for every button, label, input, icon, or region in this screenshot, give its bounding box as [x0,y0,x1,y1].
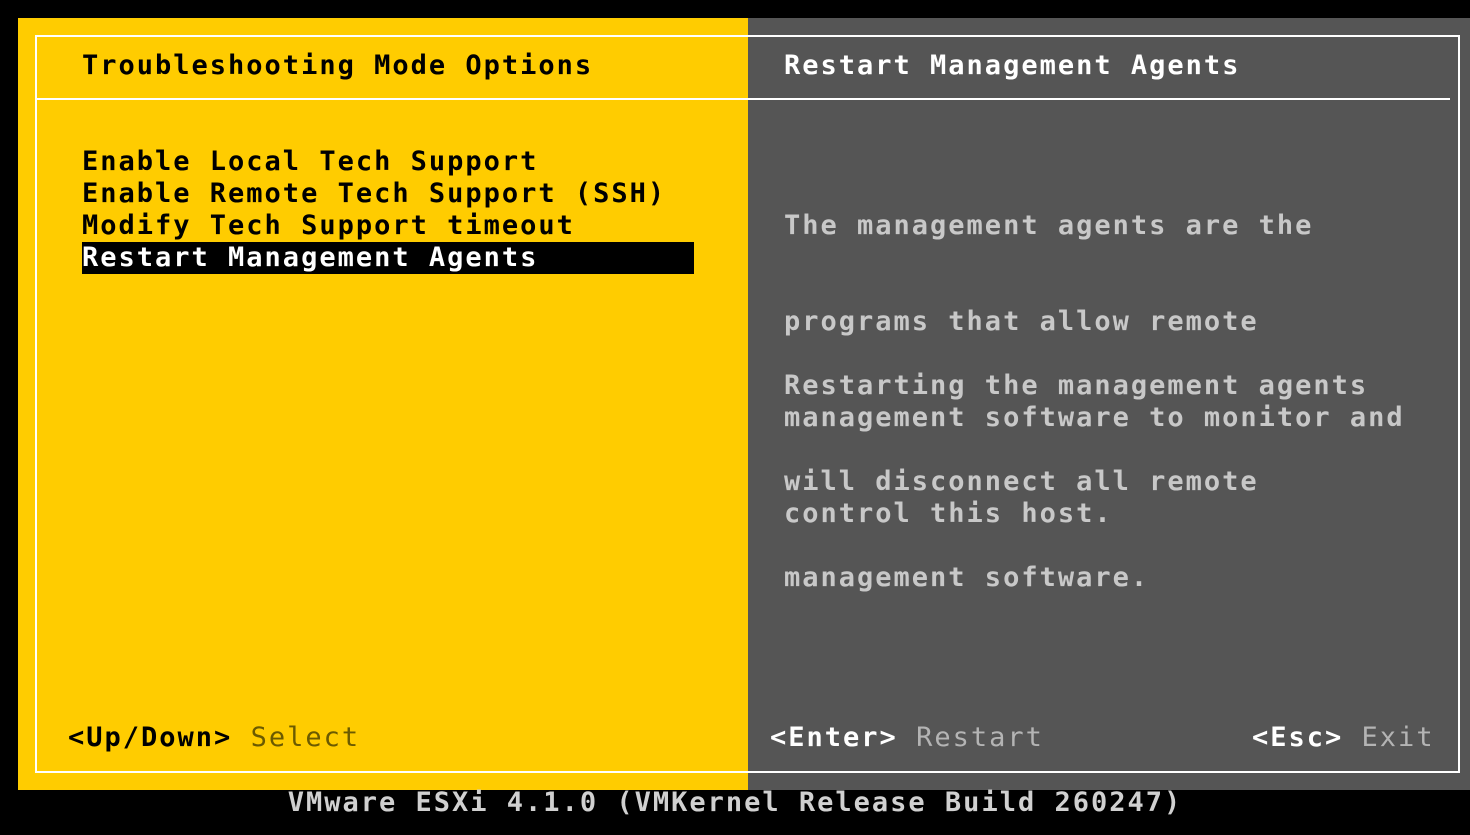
menu-item-enable-remote-tech-support[interactable]: Enable Remote Tech Support (SSH) [82,178,694,210]
up-down-key-label[interactable]: <Up/Down> [68,722,232,753]
frame-top-border [35,35,1460,37]
description-line: The management agents are the [784,210,1314,241]
description-line: management software. [784,562,1150,593]
menu-item-restart-management-agents[interactable]: Restart Management Agents [82,242,694,274]
version-footer: VMware ESXi 4.1.0 (VMKernel Release Buil… [287,787,1183,818]
description-line: will disconnect all remote [784,466,1259,497]
description-line: Restarting the management agents [784,370,1369,401]
header-divider [35,98,1450,100]
exit-action-label: Exit [1361,722,1435,753]
menu-item-enable-local-tech-support[interactable]: Enable Local Tech Support [82,146,694,178]
enter-key-label[interactable]: <Enter> [770,722,898,753]
restart-hint: <Enter> Restart [770,722,1044,754]
troubleshooting-menu: Enable Local Tech Support Enable Remote … [82,146,694,274]
description-panel-title: Restart Management Agents [784,50,1241,81]
options-panel [18,18,748,790]
restart-action-label: Restart [916,722,1044,753]
description-paragraph-2: Restarting the management agents will di… [784,306,1368,658]
frame-right-border [1458,35,1460,773]
select-hint: <Up/Down> Select [68,722,360,754]
menu-item-modify-tech-support-timeout[interactable]: Modify Tech Support timeout [82,210,694,242]
select-action-label: Select [250,722,361,753]
console-screen: Troubleshooting Mode Options Restart Man… [0,0,1470,835]
esc-key-label[interactable]: <Esc> [1252,722,1343,753]
options-panel-title: Troubleshooting Mode Options [82,50,594,81]
frame-left-border [35,35,37,773]
frame-bottom-border [35,771,1460,773]
exit-hint: <Esc> Exit [1252,722,1435,754]
